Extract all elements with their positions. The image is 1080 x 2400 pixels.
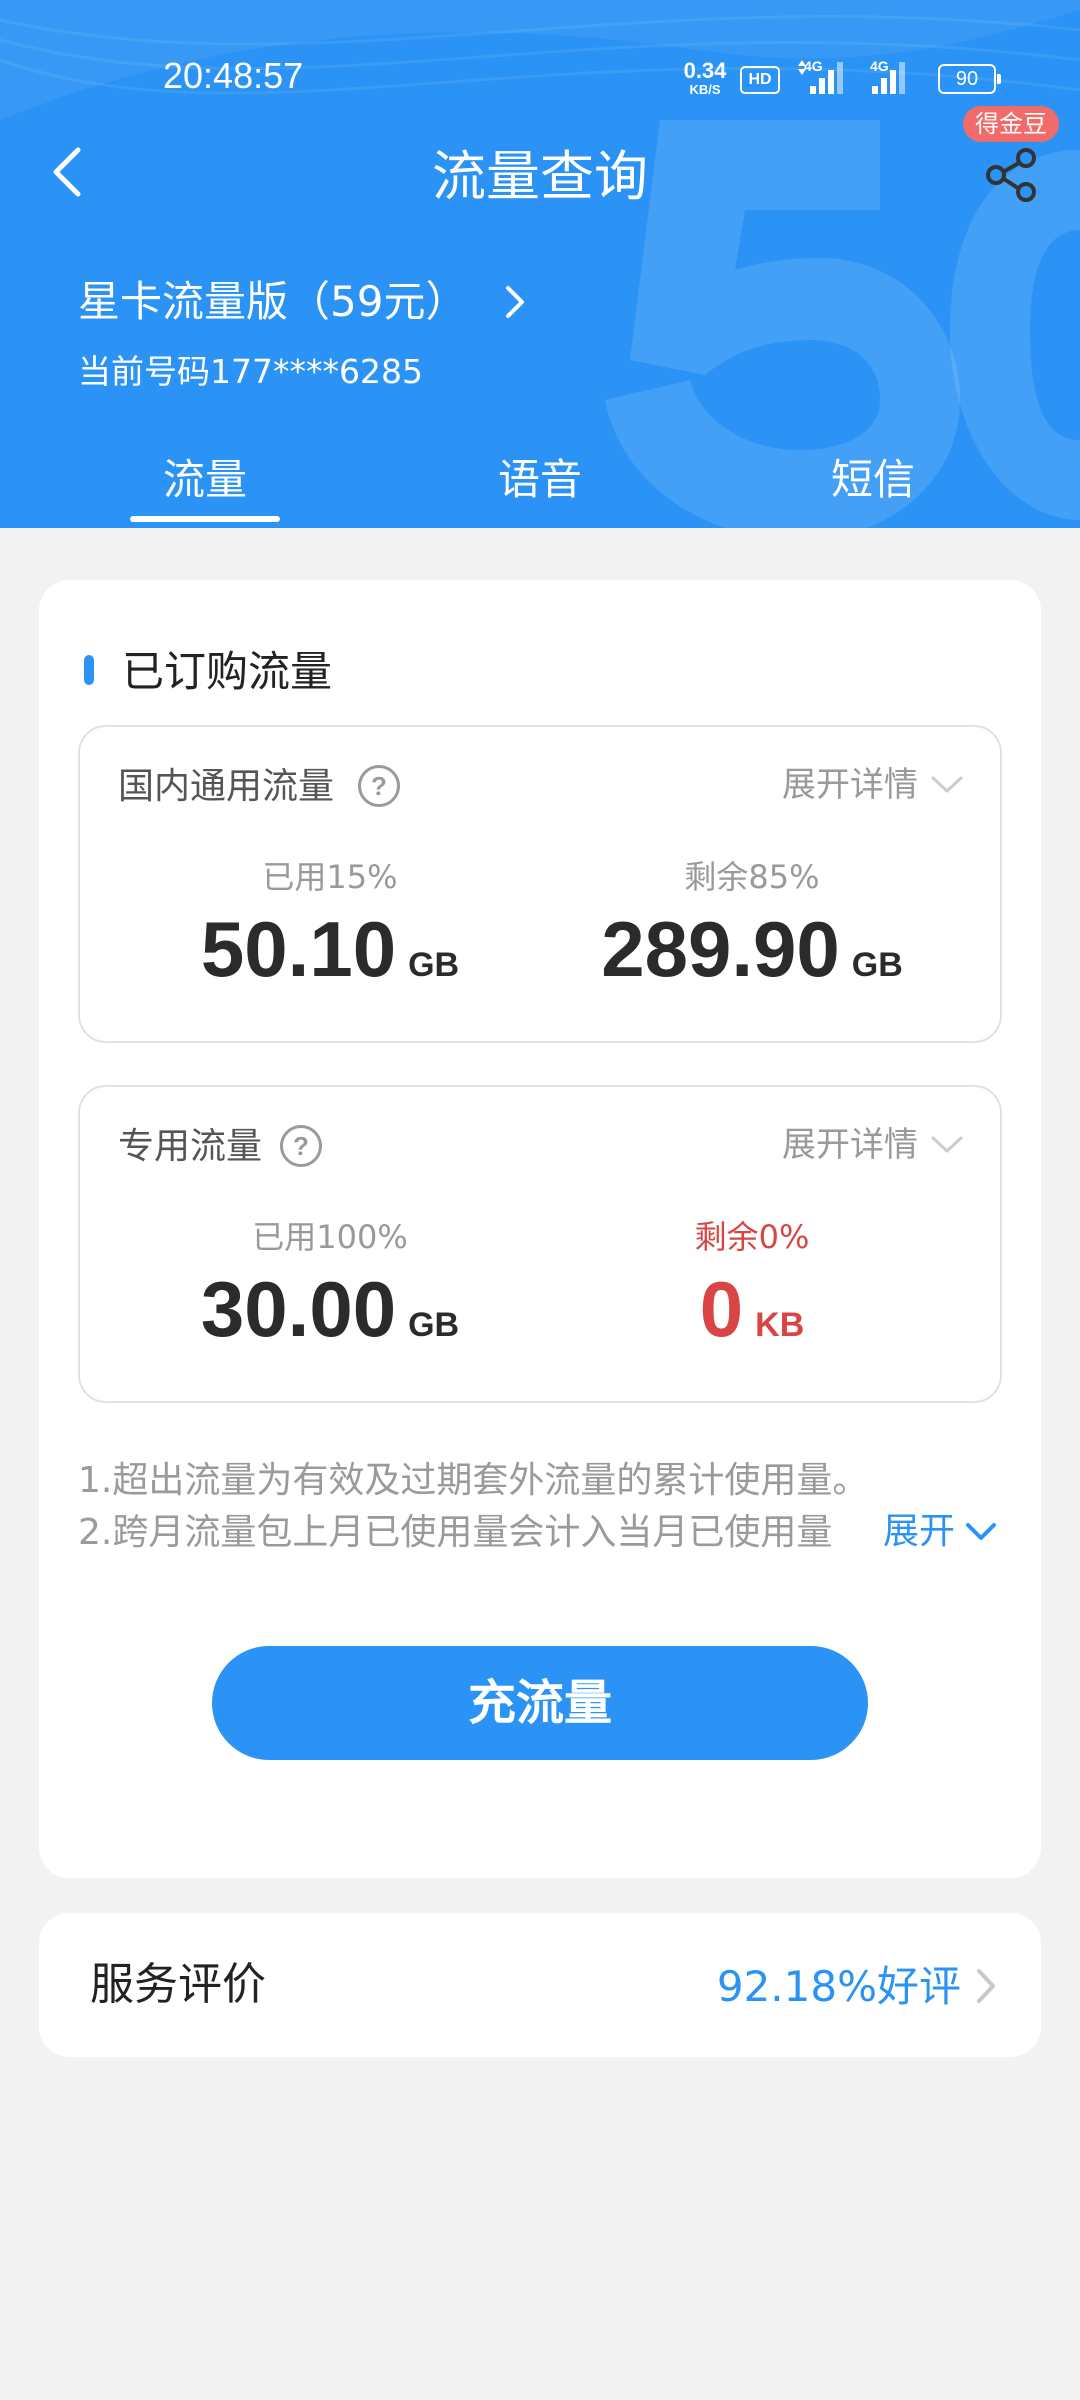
note-line-1: 1.超出流量为有效及过期套外流量的累计使用量。 — [78, 1460, 869, 1501]
expand-details-label: 展开详情 — [782, 1125, 918, 1165]
hd-icon: HD — [740, 66, 780, 94]
tab-voice[interactable]: 语音 — [440, 452, 640, 508]
domestic-data-box: 国内通用流量 ? 展开详情 已用15% 50.10 GB 剩余85% 289.90… — [78, 725, 1002, 1043]
used-value: 30.00 GB — [120, 1267, 540, 1374]
recharge-data-button[interactable]: 充流量 — [212, 1646, 868, 1760]
remaining-unit: KB — [755, 1306, 805, 1344]
dedicated-remaining-stat: 剩余0% 0 KB — [542, 1215, 962, 1374]
remaining-unit: GB — [851, 946, 903, 984]
plan-name[interactable]: 星卡流量版（59元） — [78, 272, 467, 332]
chevron-down-icon — [931, 1136, 963, 1153]
network-speed-value: 0.34 — [683, 58, 727, 83]
used-unit: GB — [408, 946, 460, 984]
domestic-used-stat: 已用15% 50.10 GB — [120, 855, 540, 1014]
remaining-amount: 289.90 — [601, 905, 840, 993]
header: 20:48:57 0.34 KB/S HD 4G 4G 90 流量查询 得金豆 … — [0, 0, 1080, 528]
battery-icon: 90 — [938, 64, 1001, 94]
used-label: 已用15% — [262, 858, 398, 896]
expand-details-label: 展开详情 — [782, 765, 918, 805]
chevron-right-icon — [977, 1969, 995, 2003]
used-amount: 30.00 — [200, 1265, 397, 1353]
chevron-down-icon — [966, 1523, 997, 1540]
usage-notes: 1.超出流量为有效及过期套外流量的累计使用量。 2.跨月流量包上月已使用量会计入… — [78, 1455, 1012, 1559]
signal-1-label: 4G — [804, 58, 823, 74]
domestic-expand-details[interactable]: 展开详情 — [782, 761, 964, 809]
network-speed-unit: KB/S — [689, 82, 721, 97]
remaining-value: 289.90 GB — [542, 907, 962, 1014]
gold-bean-badge[interactable]: 得金豆 — [963, 106, 1059, 142]
used-value: 50.10 GB — [120, 907, 540, 1014]
status-bar: 20:48:57 0.34 KB/S HD 4G 4G 90 — [0, 0, 1080, 150]
help-icon[interactable]: ? — [280, 1125, 322, 1167]
chevron-down-icon — [931, 776, 963, 793]
status-time: 20:48:57 — [163, 55, 304, 96]
share-button[interactable] — [976, 140, 1046, 210]
dedicated-data-title: 专用流量 — [118, 1126, 263, 1167]
used-label: 已用100% — [252, 1218, 408, 1256]
dedicated-used-stat: 已用100% 30.00 GB — [120, 1215, 540, 1374]
tab-sms[interactable]: 短信 — [773, 452, 973, 508]
signal-icon: 4G — [796, 58, 846, 102]
section-title: 已订购流量 — [122, 647, 333, 696]
service-rating-card[interactable]: 服务评价 92.18%好评 — [39, 1913, 1041, 2057]
note-line-2: 2.跨月流量包上月已使用量会计入当月已使用量 — [78, 1512, 833, 1553]
help-icon[interactable]: ? — [358, 765, 400, 807]
service-rating-title: 服务评价 — [90, 1959, 266, 2010]
remaining-value: 0 KB — [542, 1267, 962, 1374]
tab-data[interactable]: 流量 — [105, 452, 305, 508]
notes-expand-button[interactable]: 展开 — [881, 1506, 998, 1558]
network-speed: 0.34 KB/S — [678, 58, 732, 97]
signal-icon-2: 4G — [866, 58, 916, 102]
domestic-remaining-stat: 剩余85% 289.90 GB — [542, 855, 962, 1014]
chevron-right-icon — [506, 286, 524, 318]
service-rating-value: 92.18%好评 — [716, 1962, 961, 2011]
active-tab-indicator — [130, 516, 280, 522]
remaining-label: 剩余0% — [694, 1218, 810, 1256]
used-amount: 50.10 — [200, 905, 397, 993]
dedicated-expand-details[interactable]: 展开详情 — [782, 1121, 964, 1169]
plan-detail-arrow[interactable] — [500, 282, 530, 322]
domestic-data-title: 国内通用流量 — [118, 766, 335, 807]
tab-bar: 流量 语音 短信 — [0, 440, 1080, 528]
page-title: 流量查询 — [432, 145, 648, 208]
section-marker — [84, 655, 94, 685]
used-unit: GB — [408, 1306, 460, 1344]
remaining-amount: 0 — [699, 1265, 744, 1353]
current-phone-number: 当前号码177****6285 — [78, 352, 423, 391]
share-icon — [986, 148, 1036, 202]
notes-expand-label: 展开 — [883, 1511, 956, 1552]
remaining-label: 剩余85% — [684, 858, 820, 896]
dedicated-data-box: 专用流量 ? 展开详情 已用100% 30.00 GB 剩余0% 0 KB — [78, 1085, 1002, 1403]
signal-2-label: 4G — [870, 58, 889, 74]
